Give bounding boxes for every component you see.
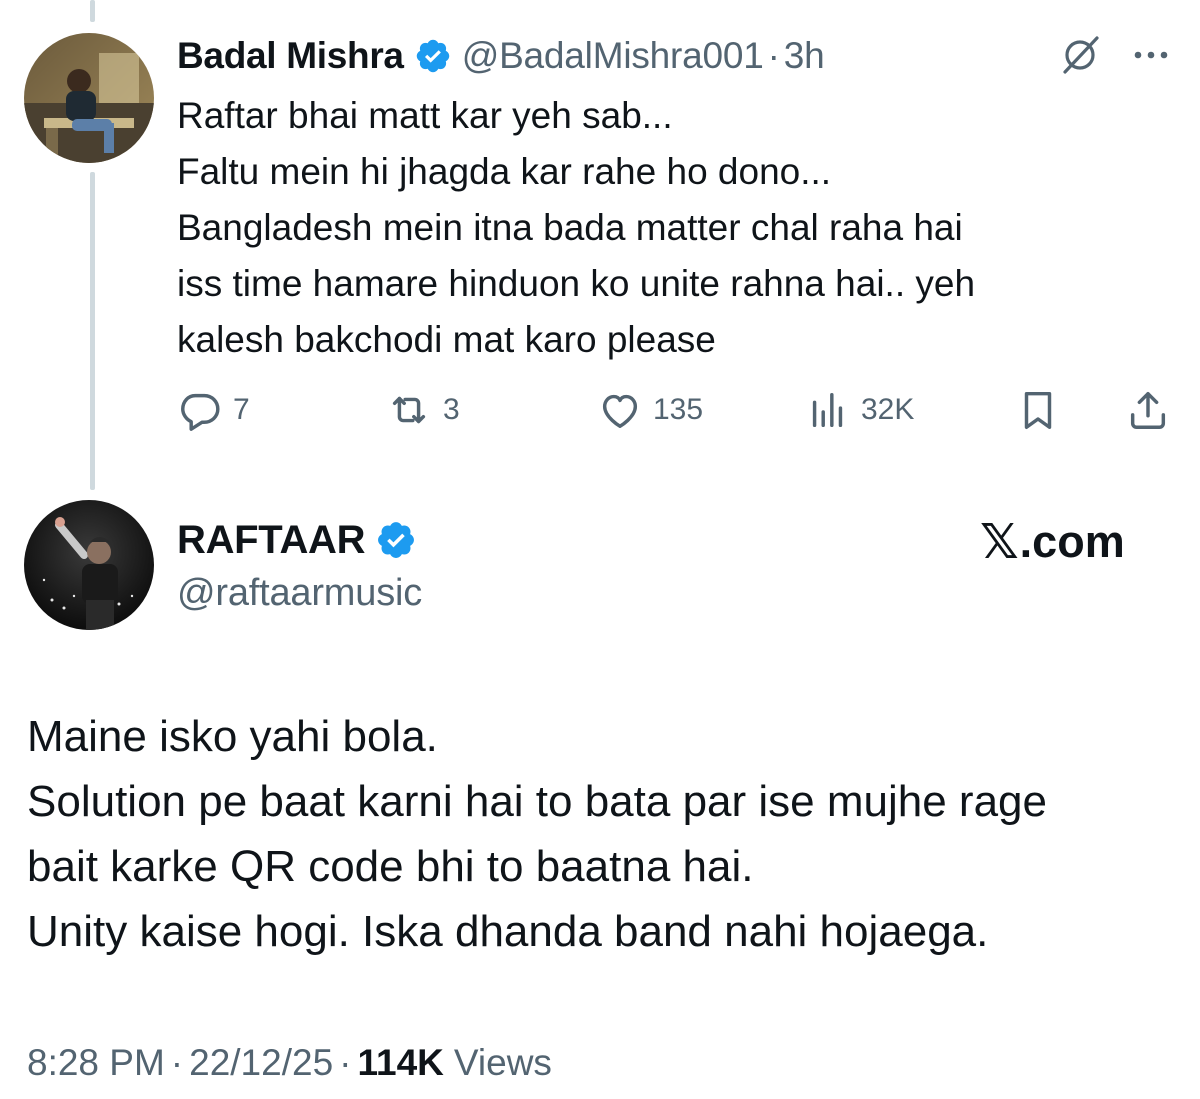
more-icon[interactable] <box>1130 40 1172 70</box>
reply-text-line: kalesh bakchodi mat karo please <box>177 319 716 360</box>
thread-line <box>90 172 95 490</box>
x-com-watermark: 𝕏 .com <box>980 512 1160 572</box>
share-button[interactable] <box>1125 385 1171 435</box>
like-count: 135 <box>653 393 704 426</box>
main-tweet-text: Maine isko yahi bola. Solution pe baat k… <box>27 704 1187 964</box>
reply-text-line: Faltu mein hi jhagda kar rahe ho dono... <box>177 151 832 192</box>
verified-badge-icon <box>375 519 417 561</box>
views-icon <box>812 392 843 428</box>
reply-timestamp[interactable]: 3h <box>784 35 825 77</box>
reply-text: Raftar bhai matt kar yeh sab... Faltu me… <box>177 88 1177 368</box>
main-text-line: Unity kaise hogi. Iska dhanda band nahi … <box>27 907 989 956</box>
views-count: 32K <box>861 393 915 426</box>
share-icon <box>1130 391 1166 429</box>
x-logo-icon: 𝕏 <box>980 514 1019 570</box>
repost-count: 3 <box>443 393 460 426</box>
grok-icon[interactable] <box>1057 32 1103 78</box>
bookmark-icon <box>1024 391 1052 429</box>
main-text-line: Maine isko yahi bola. <box>27 712 438 761</box>
main-tweet-footer: 8:28 PM · 22/12/25 · 114K Views <box>27 1036 552 1090</box>
footer-separator: · <box>170 1042 184 1083</box>
reply-avatar[interactable] <box>24 33 154 163</box>
reply-icon <box>181 393 220 431</box>
main-tweet-header: RAFTAAR @raftaarmusic <box>177 512 427 615</box>
like-icon <box>602 394 638 429</box>
repost-button[interactable]: 3 <box>385 385 460 435</box>
main-avatar[interactable] <box>24 500 154 630</box>
watermark-text: .com <box>1019 516 1125 567</box>
like-button[interactable]: 135 <box>597 385 703 435</box>
views-button[interactable]: 32K <box>805 385 914 435</box>
main-author-handle[interactable]: @raftaarmusic <box>177 572 427 615</box>
post-views-label: Views <box>453 1042 552 1083</box>
reply-button[interactable]: 7 <box>177 385 250 435</box>
reply-author-handle[interactable]: @BadalMishra001 <box>462 35 764 77</box>
thread-line-top <box>90 0 95 22</box>
reply-text-line: iss time hamare hinduon ko unite rahna h… <box>177 263 976 304</box>
footer-separator: · <box>339 1042 352 1083</box>
main-text-line: bait karke QR code bhi to baatna hai. <box>27 842 754 891</box>
reply-action-bar: 7 3 135 32K <box>177 385 1172 435</box>
reply-count: 7 <box>233 393 250 426</box>
post-time[interactable]: 8:28 PM <box>27 1042 165 1084</box>
bookmark-button[interactable] <box>1015 385 1061 435</box>
post-date[interactable]: 22/12/25 <box>189 1042 333 1084</box>
verified-badge-icon <box>414 37 452 75</box>
reply-text-line: Raftar bhai matt kar yeh sab... <box>177 95 673 136</box>
main-author-name[interactable]: RAFTAAR <box>177 518 366 563</box>
reply-meta-separator: · <box>767 35 780 76</box>
reply-header: Badal Mishra @BadalMishra001 · 3h <box>177 28 825 84</box>
reply-text-line: Bangladesh mein itna bada matter chal ra… <box>177 207 963 248</box>
reply-author-name[interactable]: Badal Mishra <box>177 35 404 77</box>
post-views-count[interactable]: 114K <box>357 1042 443 1084</box>
repost-icon <box>392 396 426 424</box>
main-text-line: Solution pe baat karni hai to bata par i… <box>27 777 1047 826</box>
